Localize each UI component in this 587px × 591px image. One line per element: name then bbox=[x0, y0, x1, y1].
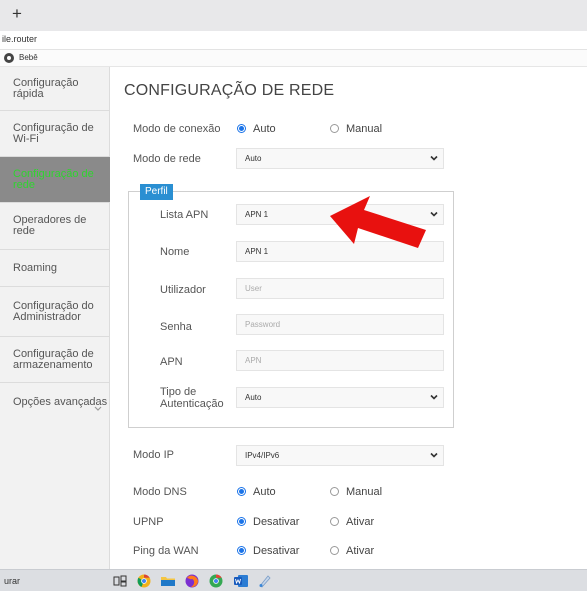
sidebar-item-wifi[interactable]: Configuração de Wi-Fi bbox=[0, 111, 110, 157]
ip-mode-value: IPv4/IPv6 bbox=[245, 451, 280, 460]
sidebar-item-admin[interactable]: Configuração do Administrador bbox=[0, 287, 110, 337]
paint-icon[interactable] bbox=[257, 573, 273, 589]
sidebar-item-label-2: armazenamento bbox=[13, 358, 93, 371]
sidebar-item-label-2: Administrador bbox=[13, 310, 81, 323]
user-placeholder: User bbox=[245, 284, 262, 293]
auth-type-label: Tipo de Autenticação bbox=[160, 386, 224, 410]
password-placeholder: Password bbox=[245, 320, 281, 329]
dns-mode-manual-label: Manual bbox=[346, 486, 383, 498]
dns-mode-label: Modo DNS bbox=[133, 486, 187, 498]
upnp-enable-label: Ativar bbox=[346, 516, 375, 528]
sidebar-item-label-2: rápida bbox=[13, 87, 44, 100]
auth-type-select[interactable]: Auto bbox=[236, 387, 444, 408]
ip-mode-label: Modo IP bbox=[133, 449, 174, 461]
ip-mode-select[interactable]: IPv4/IPv6 bbox=[236, 445, 444, 466]
sidebar-item-label: Configuração de bbox=[13, 167, 94, 180]
chrome-alt-icon[interactable] bbox=[208, 573, 224, 589]
auth-type-label-2: Autenticação bbox=[160, 398, 224, 410]
sidebar-item-operators[interactable]: Operadores de rede bbox=[0, 203, 110, 250]
apn-placeholder: APN bbox=[245, 356, 262, 365]
os-taskbar: urar bbox=[0, 569, 587, 591]
sidebar-item-label: Configuração de bbox=[13, 347, 94, 360]
sidebar-item-quick-setup[interactable]: Configuração rápida bbox=[0, 67, 110, 111]
upnp-disable-radio[interactable] bbox=[237, 517, 246, 526]
sidebar-item-label-2: Wi-Fi bbox=[13, 132, 39, 145]
sidebar: Configuração rápida Configuração de Wi-Fi … bbox=[0, 67, 110, 569]
name-value: APN 1 bbox=[245, 247, 269, 256]
page-title: CONFIGURAÇÃO DE REDE bbox=[124, 82, 335, 99]
sidebar-item-label: Configuração do bbox=[13, 299, 94, 312]
connection-mode-auto-label: Auto bbox=[253, 123, 276, 135]
dns-mode-auto-radio[interactable] bbox=[237, 487, 246, 496]
address-bar[interactable]: ile.router bbox=[0, 31, 587, 50]
sidebar-item-label-2: rede bbox=[13, 225, 36, 237]
chevron-down-icon bbox=[430, 155, 438, 161]
password-label: Senha bbox=[160, 321, 192, 333]
dns-mode-auto-label: Auto bbox=[253, 486, 276, 498]
wan-ping-disable-label: Desativar bbox=[253, 545, 300, 557]
user-input[interactable]: User bbox=[236, 278, 444, 299]
auth-type-label-1: Tipo de bbox=[160, 386, 197, 398]
connection-mode-manual-label: Manual bbox=[346, 123, 383, 135]
new-tab-button[interactable]: + bbox=[8, 5, 26, 23]
firefox-icon[interactable] bbox=[184, 573, 200, 589]
wan-ping-disable-radio[interactable] bbox=[237, 546, 246, 555]
chevron-down-icon[interactable] bbox=[94, 404, 102, 414]
apn-label: APN bbox=[160, 356, 183, 368]
chevron-down-icon bbox=[430, 211, 438, 217]
bookmarks-bar: Bebê bbox=[0, 50, 587, 67]
upnp-label: UPNP bbox=[133, 516, 164, 528]
chevron-down-icon bbox=[430, 452, 438, 458]
network-mode-label: Modo de rede bbox=[133, 153, 201, 165]
profile-legend: Perfil bbox=[140, 184, 173, 200]
connection-mode-auto-radio[interactable] bbox=[237, 124, 246, 133]
sidebar-item-label: Roaming bbox=[13, 261, 58, 274]
sidebar-item-label: Configuração de bbox=[13, 121, 94, 134]
dns-mode-manual-radio[interactable] bbox=[330, 487, 339, 496]
upnp-disable-label: Desativar bbox=[253, 516, 300, 528]
user-label: Utilizador bbox=[160, 284, 206, 296]
taskbar-search-text[interactable]: urar bbox=[4, 576, 20, 586]
chevron-down-icon bbox=[430, 394, 438, 400]
apn-list-label: Lista APN bbox=[160, 209, 209, 221]
red-arrow-annotation bbox=[330, 196, 426, 248]
url-text: ile.router bbox=[2, 34, 38, 44]
wan-ping-label: Ping da WAN bbox=[133, 545, 199, 557]
upnp-enable-radio[interactable] bbox=[330, 517, 339, 526]
browser-tab-bar: + bbox=[0, 0, 587, 31]
sidebar-item-advanced[interactable]: Opções avançadas bbox=[0, 383, 110, 421]
sidebar-item-roaming[interactable]: Roaming bbox=[0, 250, 110, 287]
connection-mode-label: Modo de conexão bbox=[133, 123, 221, 135]
word-icon[interactable] bbox=[233, 573, 249, 589]
name-label: Nome bbox=[160, 246, 190, 258]
chrome-icon[interactable] bbox=[136, 573, 152, 589]
network-mode-value: Auto bbox=[245, 154, 262, 163]
file-explorer-icon[interactable] bbox=[160, 573, 176, 589]
connection-mode-manual-radio[interactable] bbox=[330, 124, 339, 133]
network-mode-select[interactable]: Auto bbox=[236, 148, 444, 169]
task-view-icon[interactable] bbox=[112, 573, 128, 589]
apn-list-value: APN 1 bbox=[245, 210, 269, 219]
sidebar-item-network[interactable]: Configuração de rede bbox=[0, 157, 110, 203]
wan-ping-enable-label: Ativar bbox=[346, 545, 375, 557]
bookmark-link[interactable]: Bebê bbox=[19, 53, 38, 62]
sidebar-item-label-2: rede bbox=[13, 178, 36, 191]
auth-type-value: Auto bbox=[245, 393, 262, 402]
bookmark-globe-icon bbox=[4, 53, 14, 63]
apn-input[interactable]: APN bbox=[236, 350, 444, 371]
password-input[interactable]: Password bbox=[236, 314, 444, 335]
wan-ping-enable-radio[interactable] bbox=[330, 546, 339, 555]
sidebar-item-label: Configuração bbox=[13, 76, 79, 89]
sidebar-item-storage[interactable]: Configuração de armazenamento bbox=[0, 337, 110, 383]
